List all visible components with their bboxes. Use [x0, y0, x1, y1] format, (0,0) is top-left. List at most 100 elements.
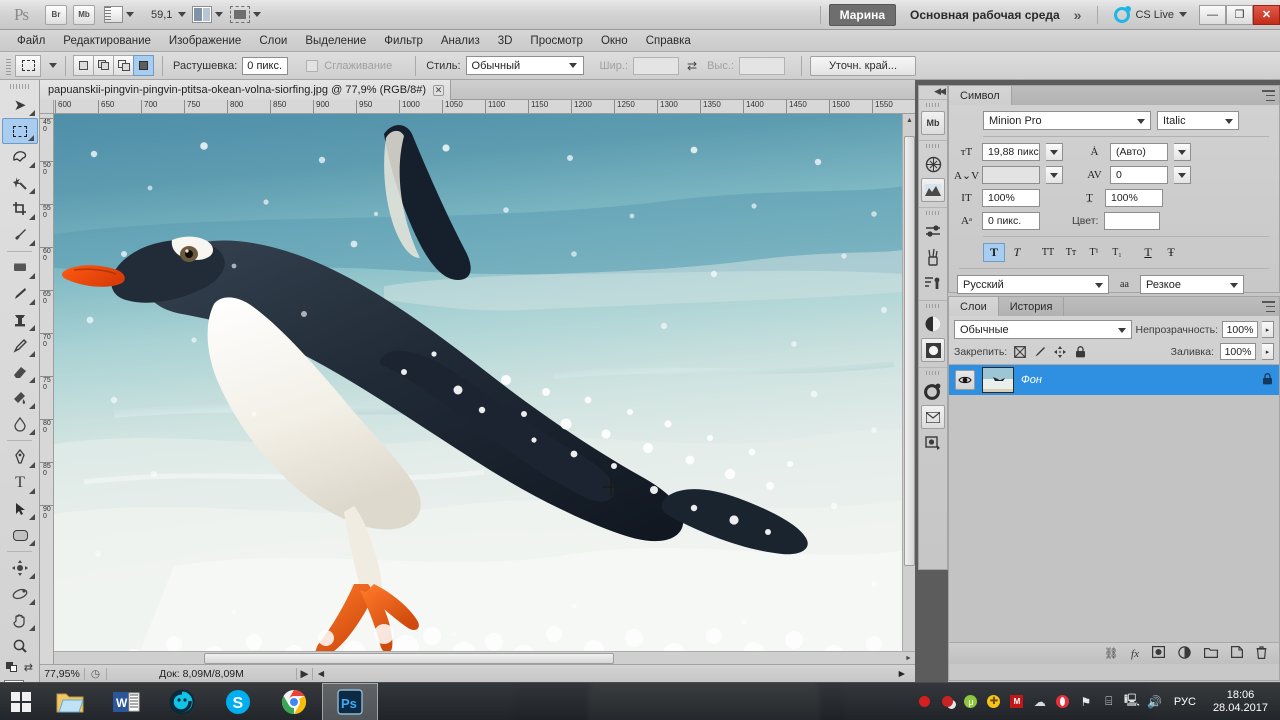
close-button[interactable]: ✕: [1253, 4, 1280, 25]
zoom-chevron-down-icon[interactable]: [178, 12, 187, 17]
refine-edge-button[interactable]: Уточн. край...: [809, 55, 916, 76]
network-icon[interactable]: 🖳: [1124, 693, 1140, 710]
dock-grip[interactable]: [926, 100, 940, 109]
language-select[interactable]: Русский: [957, 275, 1109, 294]
current-tool-icon[interactable]: [15, 54, 41, 77]
default-colors-icon[interactable]: [6, 662, 18, 673]
close-icon[interactable]: ✕: [433, 84, 445, 96]
swap-dimensions-icon[interactable]: ⇄: [687, 59, 697, 73]
record-red-icon[interactable]: [917, 694, 933, 710]
menu-analysis[interactable]: Анализ: [432, 33, 489, 49]
path-selection-tool[interactable]: [2, 496, 38, 522]
lock-position-icon[interactable]: [1053, 345, 1067, 359]
color-icon[interactable]: [921, 312, 945, 336]
tab-character[interactable]: Символ: [949, 86, 1012, 105]
rounded-rectangle-tool[interactable]: [2, 522, 38, 548]
font-size-input[interactable]: 19,88 пикс: [982, 143, 1040, 161]
opera-icon[interactable]: [1055, 694, 1071, 710]
width-input[interactable]: [633, 56, 680, 75]
link-layers-icon[interactable]: ⛓: [1104, 647, 1118, 660]
restore-button[interactable]: ❐: [1226, 4, 1253, 25]
flag-icon[interactable]: ⚑: [1078, 694, 1094, 710]
language-indicator[interactable]: РУС: [1170, 696, 1200, 708]
3d-rotate-tool[interactable]: [2, 555, 38, 581]
view-extras-button[interactable]: [104, 5, 134, 25]
menu-edit[interactable]: Редактирование: [54, 33, 160, 49]
styles-icon[interactable]: [921, 245, 945, 269]
taskbar-media-player[interactable]: [154, 683, 210, 720]
swap-colors-icon[interactable]: ⇄: [24, 661, 33, 674]
pen-tool[interactable]: [2, 444, 38, 470]
height-input[interactable]: [738, 56, 785, 75]
antialias-checkbox-group[interactable]: Сглаживание: [306, 59, 397, 72]
spot-healing-brush-tool[interactable]: [2, 255, 38, 281]
horizontal-type-tool[interactable]: T: [2, 470, 38, 496]
taskbar-skype[interactable]: S: [210, 683, 266, 720]
leading-stepper[interactable]: [1174, 143, 1191, 161]
mcafee-icon[interactable]: M: [1009, 694, 1025, 710]
move-tool[interactable]: ➤: [2, 92, 38, 118]
layer-style-icon[interactable]: fx: [1131, 648, 1139, 660]
canvas-horizontal-scrollbar[interactable]: ►: [54, 651, 915, 664]
lock-transparent-pixels-icon[interactable]: [1013, 345, 1027, 359]
arrange-documents-button[interactable]: [192, 5, 224, 25]
cs-live-icon[interactable]: [921, 379, 945, 403]
menu-layers[interactable]: Слои: [250, 33, 296, 49]
status-menu-icon[interactable]: ▶: [297, 667, 313, 680]
opacity-stepper[interactable]: ▸: [1262, 321, 1274, 338]
antialias-checkbox[interactable]: [306, 59, 319, 72]
faux-italic-button[interactable]: T: [1006, 243, 1028, 262]
taskbar-file-explorer[interactable]: [42, 683, 98, 720]
add-to-selection-button[interactable]: [93, 55, 114, 76]
baseline-shift-input[interactable]: 0 пикс.: [982, 212, 1040, 230]
cloud-icon[interactable]: ☁: [1032, 694, 1048, 710]
document-tab[interactable]: papuanskii-pingvin-pingvin-ptitsa-okean-…: [40, 80, 452, 100]
kerning-input[interactable]: [982, 166, 1040, 184]
vertical-scroll-thumb[interactable]: [904, 136, 915, 566]
launch-mini-bridge-button[interactable]: Mb: [73, 4, 95, 25]
tracking-stepper[interactable]: [1174, 166, 1191, 184]
eye-icon[interactable]: [955, 370, 975, 390]
horizontal-scale-input[interactable]: 100%: [1105, 189, 1163, 207]
clone-source-icon[interactable]: [921, 431, 945, 455]
fill-input[interactable]: 100%: [1220, 343, 1256, 360]
menu-file[interactable]: Файл: [8, 33, 54, 49]
faux-bold-button[interactable]: T: [983, 243, 1005, 262]
layer-thumbnail[interactable]: [982, 367, 1014, 393]
text-color-swatch[interactable]: [1104, 212, 1161, 230]
tab-layers[interactable]: Слои: [949, 297, 999, 316]
layer-list[interactable]: Фон: [949, 364, 1279, 642]
user-chip[interactable]: Марина: [828, 3, 897, 26]
expand-panels-icon[interactable]: ◀◀: [919, 86, 947, 99]
menu-3d[interactable]: 3D: [489, 33, 522, 49]
workspace-more-icon[interactable]: »: [1074, 7, 1082, 23]
menu-window[interactable]: Окно: [592, 33, 637, 49]
clone-stamp-tool[interactable]: [2, 307, 38, 333]
taskbar-word[interactable]: W: [98, 683, 154, 720]
taskbar-photoshop[interactable]: Ps: [322, 682, 378, 720]
taskbar-chrome[interactable]: [266, 683, 322, 720]
small-caps-button[interactable]: Tт: [1060, 243, 1082, 262]
opacity-input[interactable]: 100%: [1222, 321, 1258, 338]
screen-record-icon[interactable]: [940, 694, 956, 710]
adjustments-icon[interactable]: [921, 219, 945, 243]
volume-icon[interactable]: 🔊: [1147, 694, 1163, 710]
usb-icon[interactable]: ⌸: [1101, 694, 1117, 710]
scroll-up-icon[interactable]: ▲: [903, 114, 916, 127]
dock-grip[interactable]: [926, 368, 940, 377]
tool-preset-chevron-down-icon[interactable]: [49, 63, 57, 68]
adjustment-layer-icon[interactable]: [1178, 645, 1191, 662]
mini-bridge-icon[interactable]: Mb: [921, 111, 945, 135]
lasso-tool[interactable]: [2, 144, 38, 170]
status-zoom-value[interactable]: 77,95%: [40, 667, 85, 680]
notes-icon[interactable]: [921, 405, 945, 429]
tools-panel-grip[interactable]: [10, 80, 29, 92]
tracking-input[interactable]: 0: [1110, 166, 1168, 184]
info-icon[interactable]: [921, 271, 945, 295]
style-select[interactable]: Обычный: [465, 56, 584, 75]
cs-live-button[interactable]: CS Live: [1114, 5, 1187, 23]
horizontal-scroll-thumb[interactable]: [204, 653, 614, 664]
new-selection-button[interactable]: [73, 55, 94, 76]
eraser-tool[interactable]: [2, 359, 38, 385]
layer-mask-icon[interactable]: [1152, 646, 1166, 661]
